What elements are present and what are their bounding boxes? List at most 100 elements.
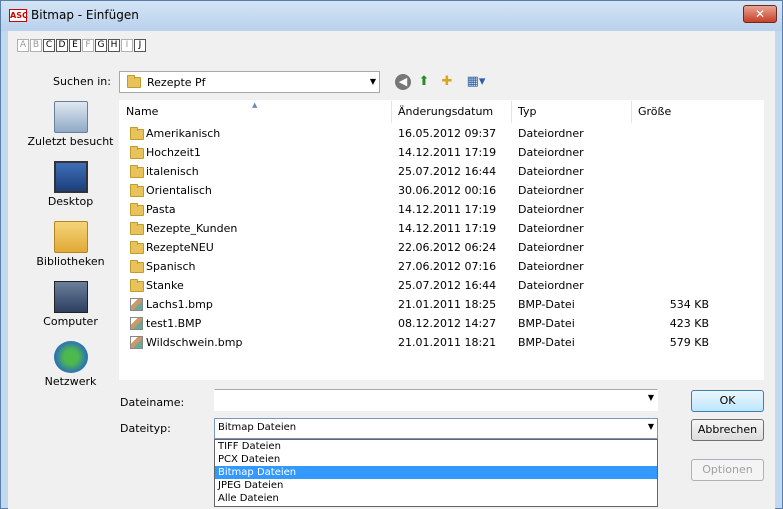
file-size: 579 KB [669,336,709,349]
file-row[interactable]: Spanisch 27.06.2012 07:16 Dateiordner [120,257,765,276]
column-header-type[interactable]: Typ [512,101,632,123]
drive-letter-0[interactable]: A [17,39,29,52]
folder-icon [127,75,141,88]
folder-icon [130,203,144,216]
drive-letter-1[interactable]: B [30,39,42,52]
file-type: Dateiordner [518,146,584,159]
file-date: 21.01.2011 18:25 [398,298,497,311]
app-icon: ASC [9,9,28,22]
file-row[interactable]: Orientalisch 30.06.2012 00:16 Dateiordner [120,181,765,200]
place-network[interactable]: Netzwerk [22,341,119,388]
drive-letter-bar: ABCDEFGHIJ [17,39,146,52]
file-date: 27.06.2012 07:16 [398,260,497,273]
file-name: italenisch [146,165,199,178]
window-title: Bitmap - Einfügen [31,8,139,22]
file-name: Wildschwein.bmp [146,336,243,349]
file-type: Dateiordner [518,203,584,216]
file-row[interactable]: italenisch 25.07.2012 16:44 Dateiordner [120,162,765,181]
up-folder-icon[interactable]: ⬆ [416,74,432,90]
lookin-label: Suchen in: [53,75,111,88]
new-folder-icon[interactable]: ✚ [439,74,455,90]
network-icon [53,341,88,373]
file-row[interactable]: Stanke 25.07.2012 16:44 Dateiordner [120,276,765,295]
place-label: Netzwerk [44,375,97,388]
folder-icon [130,146,144,159]
file-row[interactable]: Hochzeit1 14.12.2011 17:19 Dateiordner [120,143,765,162]
file-type: Dateiordner [518,241,584,254]
file-date: 14.12.2011 17:19 [398,222,497,235]
cancel-button[interactable]: Abbrechen [691,419,764,441]
column-header-name[interactable]: Name [120,101,392,123]
filetype-option[interactable]: JPEG Dateien [215,479,657,492]
lookin-combo[interactable]: Rezepte Pf ▼ [119,71,380,93]
file-row[interactable]: Lachs1.bmp 21.01.2011 18:25 BMP-Datei 534 K… [120,295,765,314]
filetype-option[interactable]: PCX Dateien [215,453,657,466]
file-row[interactable]: Wildschwein.bmp 21.01.2011 18:21 BMP-Datei… [120,333,765,352]
drive-letter-9[interactable]: J [134,39,146,52]
filetype-option[interactable]: Alle Dateien [215,492,657,505]
filename-input[interactable]: ▼ [214,389,658,411]
file-type: BMP-Datei [518,317,575,330]
folder-icon [130,184,144,197]
file-date: 22.06.2012 06:24 [398,241,497,254]
folder-icon [130,222,144,235]
file-size: 423 KB [669,317,709,330]
place-computer[interactable]: Computer [22,281,119,328]
file-row[interactable]: Pasta 14.12.2011 17:19 Dateiordner [120,200,765,219]
bitmap-file-icon [130,298,143,311]
file-name: Pasta [146,203,176,216]
title-bar[interactable]: ASC Bitmap - Einfügen ✕ [1,1,782,31]
filename-label: Dateiname: [120,396,185,409]
drive-letter-3[interactable]: D [56,39,68,52]
file-name: Hochzeit1 [146,146,201,159]
file-row[interactable]: test1.BMP 08.12.2012 14:27 BMP-Datei 423 KB [120,314,765,333]
drive-letter-7[interactable]: H [108,39,120,52]
desktop-icon [53,161,88,193]
place-label: Computer [43,315,98,328]
drive-letter-8[interactable]: I [121,39,133,52]
drive-letter-4[interactable]: E [69,39,81,52]
recent-places-icon [53,101,88,133]
filetype-option[interactable]: TIFF Dateien [215,440,657,453]
file-name: Stanke [146,279,184,292]
filetype-value: Bitmap Dateien [218,422,297,433]
close-button[interactable]: ✕ [743,5,777,23]
view-menu-icon[interactable]: ▦▾ [463,74,489,90]
column-header-date[interactable]: Änderungsdatum [392,101,512,123]
drive-letter-6[interactable]: G [95,39,107,52]
place-desktop[interactable]: Desktop [22,161,119,208]
file-date: 14.12.2011 17:19 [398,203,497,216]
back-icon[interactable]: ◀ [395,74,411,90]
file-date: 25.07.2012 16:44 [398,165,497,178]
options-button[interactable]: Optionen [691,459,764,481]
file-date: 08.12.2012 14:27 [398,317,497,330]
computer-icon [53,281,88,313]
chevron-down-icon[interactable]: ▼ [648,422,654,431]
file-list[interactable]: ▲ Name Änderungsdatum Typ Größe Amerikan… [119,100,764,380]
chevron-down-icon[interactable]: ▼ [648,393,654,402]
file-name: test1.BMP [146,317,202,330]
file-row[interactable]: Rezepte_Kunden 14.12.2011 17:19 Dateiordne… [120,219,765,238]
lookin-value: Rezepte Pf [147,76,206,89]
filetype-select[interactable]: Bitmap Dateien ▼ [214,418,658,439]
chevron-down-icon[interactable]: ▼ [370,72,376,92]
file-date: 25.07.2012 16:44 [398,279,497,292]
place-libraries[interactable]: Bibliotheken [22,221,119,268]
column-header-size[interactable]: Größe [632,101,765,123]
file-name: Lachs1.bmp [146,298,213,311]
drive-letter-2[interactable]: C [43,39,55,52]
drive-letter-5[interactable]: F [82,39,94,52]
ok-button[interactable]: OK [691,390,764,412]
place-recent-places[interactable]: Zuletzt besucht [22,101,119,148]
file-row[interactable]: Amerikanisch 16.05.2012 09:37 Dateiordner [120,124,765,143]
file-row[interactable]: RezepteNEU 22.06.2012 06:24 Dateiordner [120,238,765,257]
filetype-option[interactable]: Bitmap Dateien [215,466,657,479]
filetype-label: Dateityp: [120,422,171,435]
folder-icon [130,165,144,178]
file-name: Orientalisch [146,184,212,197]
file-type: Dateiordner [518,165,584,178]
filetype-dropdown-list[interactable]: TIFF Dateien PCX Dateien Bitmap Dateien JPE… [214,439,658,507]
file-type: Dateiordner [518,260,584,273]
folder-icon [130,127,144,140]
file-name: Spanisch [146,260,196,273]
